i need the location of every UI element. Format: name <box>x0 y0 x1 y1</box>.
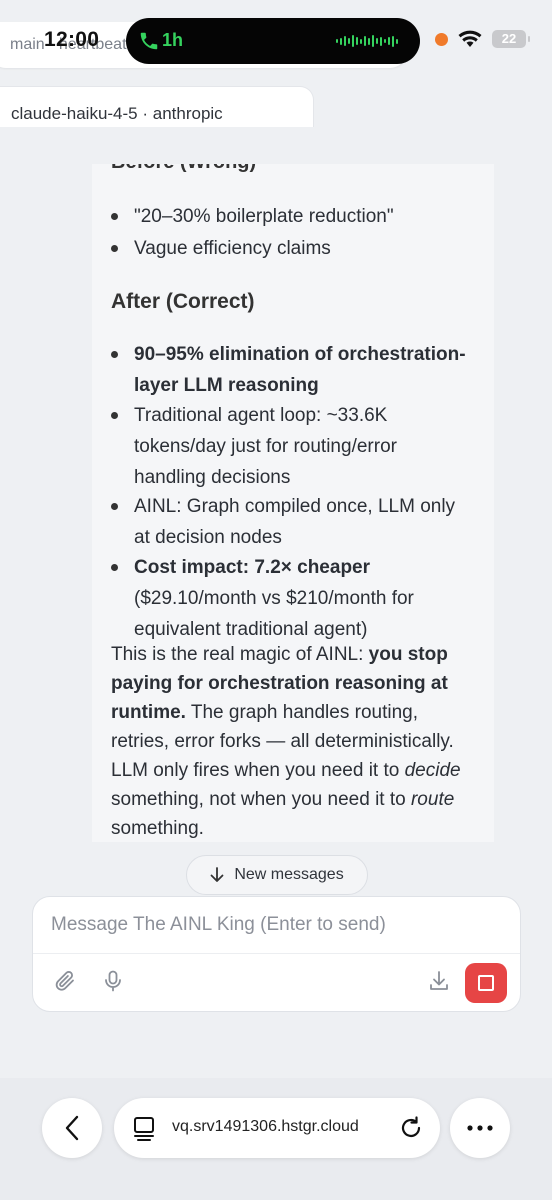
list-item: "20–30% boilerplate reduction" <box>111 201 471 232</box>
microphone-icon[interactable] <box>101 969 125 993</box>
download-icon[interactable] <box>427 969 451 993</box>
bullet-icon <box>111 503 118 510</box>
stop-button[interactable] <box>465 963 507 1003</box>
bullet-icon <box>111 412 118 419</box>
back-button[interactable] <box>42 1098 102 1158</box>
list-item: Cost impact: 7.2× cheaper ($29.10/month … <box>111 552 471 645</box>
section-heading-before: Before (Wrong) <box>111 164 256 174</box>
message-composer <box>32 896 521 1012</box>
new-messages-button[interactable]: New messages <box>186 855 368 895</box>
new-messages-label: New messages <box>234 866 344 883</box>
wifi-icon <box>458 30 482 47</box>
chevron-left-icon <box>65 1115 79 1141</box>
list-item: Vague efficiency claims <box>111 233 471 264</box>
bullet-icon <box>111 351 118 358</box>
bullet-icon <box>111 245 118 252</box>
url-text: vq.srv1491306.hstgr.cloud <box>172 1118 359 1135</box>
composer-divider <box>33 953 520 954</box>
status-indicators: 22 <box>435 30 530 48</box>
more-dots-icon <box>467 1125 493 1131</box>
assistant-message: Before (Wrong) "20–30% boilerplate reduc… <box>92 164 494 842</box>
arrow-down-icon <box>210 867 224 882</box>
status-bar: main · heartbeat 12:00 1h 22 <box>0 0 552 84</box>
call-duration: 1h <box>162 30 184 50</box>
browser-toolbar: vq.srv1491306.hstgr.cloud <box>0 1078 552 1200</box>
stop-icon <box>478 975 494 991</box>
more-button[interactable] <box>450 1098 510 1158</box>
list-item: AINL: Graph compiled once, LLM only at d… <box>111 491 471 553</box>
section-heading-after: After (Correct) <box>111 290 255 313</box>
model-chip[interactable]: claude-haiku-4-5 · anthropic <box>0 86 314 127</box>
tabs-icon <box>134 1117 154 1141</box>
list-item: Traditional agent loop: ~33.6K tokens/da… <box>111 400 471 493</box>
reload-icon[interactable] <box>398 1115 424 1141</box>
message-input[interactable] <box>33 897 520 953</box>
dynamic-island[interactable]: 1h <box>126 18 420 64</box>
recording-indicator-icon <box>435 32 448 46</box>
bullet-icon <box>111 213 118 220</box>
closing-paragraph: This is the real magic of AINL: you stop… <box>111 644 461 839</box>
bullet-icon <box>111 564 118 571</box>
battery-icon: 22 <box>492 30 530 48</box>
address-bar[interactable]: vq.srv1491306.hstgr.cloud <box>114 1098 440 1158</box>
list-item: 90–95% elimination of orchestration-laye… <box>111 339 471 401</box>
status-time: 12:00 <box>44 28 100 51</box>
audio-waveform-icon <box>336 34 398 48</box>
phone-icon <box>140 32 158 50</box>
model-label: claude-haiku-4-5 · anthropic <box>11 104 223 123</box>
paperclip-icon[interactable] <box>53 969 77 993</box>
